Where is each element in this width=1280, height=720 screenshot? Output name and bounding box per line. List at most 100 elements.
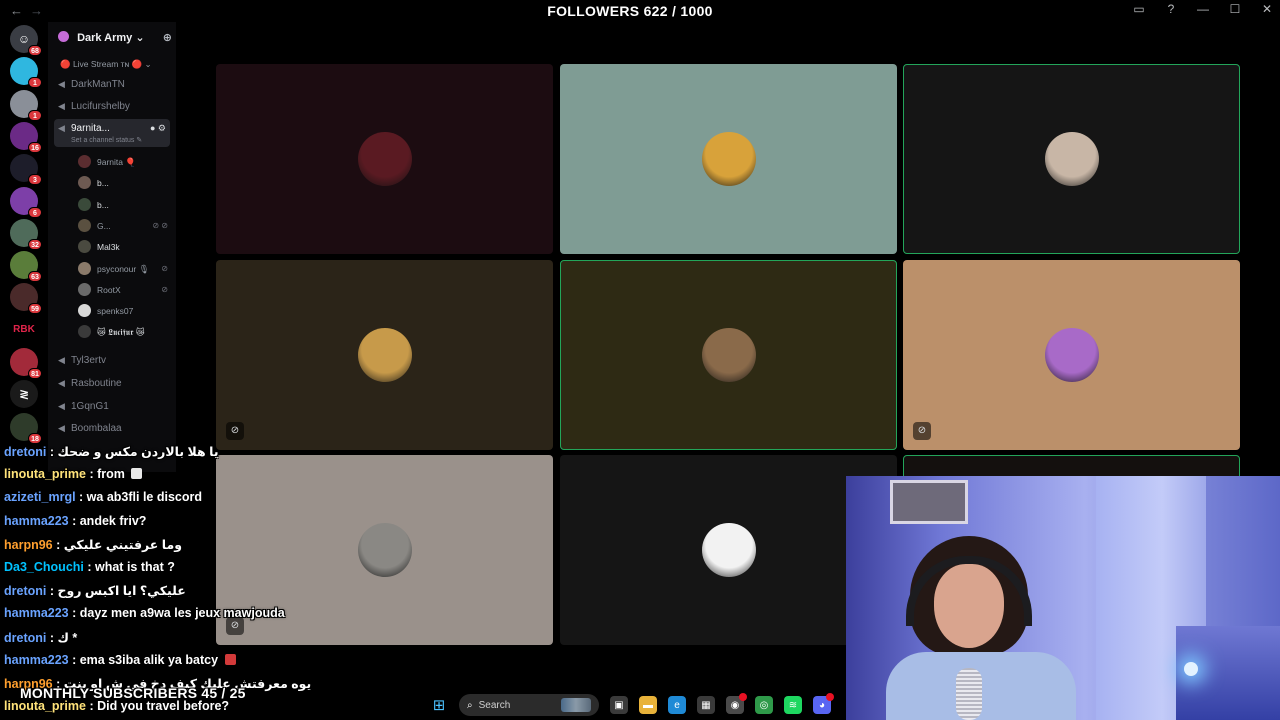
server-icon[interactable]: 1: [10, 57, 42, 89]
avatar: [78, 240, 91, 254]
minimize-button[interactable]: —: [1196, 2, 1210, 16]
server-icon[interactable]: ≷: [10, 380, 38, 409]
voice-channel-rasboutine[interactable]: ◀ Rasboutine: [58, 374, 170, 392]
member-name: 😿 𝕷𝖚𝖈𝖎𝖋𝖚𝖗 😿: [97, 327, 145, 338]
server-icon[interactable]: 6: [10, 186, 42, 218]
server-icon[interactable]: 59: [10, 283, 42, 315]
chat-text: : ك *: [46, 630, 78, 645]
discord-icon[interactable]: ◕: [813, 693, 834, 714]
voice-channel-boombalaa[interactable]: ◀ Boombalaa: [58, 419, 170, 437]
avatar: [78, 155, 91, 168]
speaker-icon: ◀: [58, 401, 65, 411]
chrome-icon[interactable]: ◎: [755, 696, 773, 714]
server-icon[interactable]: 16: [10, 121, 42, 153]
voice-member[interactable]: RootX ⊘: [78, 281, 170, 299]
participant-tile[interactable]: [903, 64, 1240, 254]
chat-text: : وما عرفتيني عليكي: [52, 537, 183, 552]
chat-username: dretoni: [4, 584, 47, 599]
guild-icon: [58, 31, 69, 42]
server-icon[interactable]: 81: [10, 348, 42, 379]
channel-category[interactable]: 🔴 Live Stream ᴛɴ 🔴 ⌄: [60, 59, 152, 70]
server-icon[interactable]: ☺ 68: [10, 25, 42, 56]
voice-member[interactable]: Mal3k: [78, 238, 170, 256]
speaker-icon: ◀: [58, 355, 65, 365]
edge-icon[interactable]: e: [668, 696, 686, 714]
app-extra-icon[interactable]: ◉: [726, 693, 747, 714]
server-icon[interactable]: 1: [10, 89, 42, 121]
participant-tile[interactable]: [216, 64, 553, 254]
voice-channel-darkmantn[interactable]: ◀ DarkManTN: [58, 75, 170, 93]
voice-member[interactable]: b...: [78, 196, 170, 214]
inbox-icon[interactable]: ▭: [1132, 2, 1146, 16]
notification-dot: [739, 693, 747, 701]
chat-text: : يا هلا بالاردن مكس و ضحك: [46, 445, 219, 459]
voice-channel-tyl3ertv[interactable]: ◀ Tyl3ertv: [58, 351, 170, 369]
chat-text: : عليكي؟ ايا اكبس روح: [46, 584, 186, 599]
subscribers-goal-overlay: MONTHLY SUBSCRIBERS 45 / 25: [20, 685, 246, 701]
server-glyph: RBK: [13, 323, 35, 335]
participant-avatar: [701, 523, 756, 577]
maximize-button[interactable]: ☐: [1228, 2, 1242, 16]
participant-tile[interactable]: [559, 259, 897, 450]
server-icon[interactable]: RBK: [10, 315, 38, 344]
chat-username: hamma223: [4, 513, 69, 528]
voice-member[interactable]: G... ⊘ ⊘: [78, 217, 170, 235]
server-icon[interactable]: 32: [10, 218, 42, 250]
chat-username: hamma223: [4, 606, 69, 621]
muted-deafened-icon: ⊘: [161, 284, 168, 294]
webcam-microphone: [956, 668, 982, 720]
participant-avatar: [1045, 132, 1099, 186]
avatar: [78, 304, 91, 318]
chat-message: Da3_Chouchi : what is that ?: [4, 560, 175, 574]
participant-tile[interactable]: ⊘: [903, 259, 1240, 450]
windows-taskbar: ⊞ ⌕ Search ▣ ▬ e ▦ ◉ ◎ ≋ ◕: [430, 690, 850, 720]
chat-text: : ema s3iba alik ya batcy: [68, 652, 222, 667]
channel-name: Boombalaa: [71, 423, 122, 434]
server-icon[interactable]: 3: [10, 154, 42, 186]
avatar: [78, 218, 91, 232]
search-placeholder: Search: [478, 699, 511, 711]
participant-tile[interactable]: [559, 64, 897, 254]
mic-muted-icon: ⊘: [226, 421, 244, 440]
channel-status[interactable]: Set a channel status ✎: [71, 136, 170, 146]
speaker-icon: ◀: [58, 101, 65, 111]
channel-controls[interactable]: ● ⚙: [150, 121, 166, 135]
voice-member[interactable]: spenks07: [78, 302, 170, 320]
voice-channel-1gqng1[interactable]: ◀ 1GqnG1: [58, 397, 170, 415]
voice-channel-lucifurshelby[interactable]: ◀ Lucifurshelby: [58, 97, 170, 115]
taskbar-glyph: ▣: [614, 699, 624, 711]
chat-message: dretoni : عليكي؟ ايا اكبس روح: [4, 583, 186, 598]
spotify-icon[interactable]: ≋: [784, 696, 802, 714]
voice-member[interactable]: psyconour 🎙 ⊘: [78, 260, 170, 278]
member-name: psyconour 🎙: [97, 263, 150, 274]
emote-icon: [131, 468, 143, 480]
server-glyph: ≷: [18, 387, 30, 402]
store-icon[interactable]: ▦: [697, 696, 715, 714]
participant-avatar: [358, 523, 412, 577]
voice-channel-active[interactable]: ◀ 9arnita... ● ⚙ Set a channel status ✎: [54, 119, 170, 147]
voice-member[interactable]: b...: [78, 174, 170, 192]
member-name: b...: [97, 199, 109, 210]
unread-badge: 16: [28, 141, 42, 153]
close-button[interactable]: ✕: [1260, 2, 1274, 16]
file-explorer-icon[interactable]: ▬: [639, 696, 657, 714]
unread-badge: 18: [28, 432, 42, 444]
guild-header[interactable]: Dark Army ⌄ ⊕: [58, 31, 172, 47]
member-name: RootX: [97, 284, 121, 295]
server-icon[interactable]: 18: [10, 412, 42, 444]
voice-member[interactable]: 9arnita 🎈: [78, 153, 170, 171]
voice-member[interactable]: 😿 𝕷𝖚𝖈𝖎𝖋𝖚𝖗 😿: [78, 323, 170, 341]
task-view-icon[interactable]: ▣: [610, 696, 628, 714]
help-icon[interactable]: ?: [1164, 2, 1178, 16]
participant-tile[interactable]: ⊘: [216, 259, 553, 450]
invite-people-icon[interactable]: ⊕: [163, 31, 172, 44]
channel-name: Tyl3ertv: [71, 355, 107, 366]
taskbar-glyph: ▦: [701, 699, 711, 711]
chat-text: : from: [85, 467, 129, 482]
taskbar-search[interactable]: ⌕ Search: [459, 694, 599, 716]
chat-username: Da3_Chouchi: [4, 560, 84, 574]
server-icon[interactable]: 63: [10, 251, 42, 283]
chat-message: hamma223 : ema s3iba alik ya batcy: [4, 653, 236, 667]
windows-start-icon[interactable]: ⊞: [430, 696, 448, 714]
muted-deafened-icon: ⊘: [161, 263, 168, 273]
